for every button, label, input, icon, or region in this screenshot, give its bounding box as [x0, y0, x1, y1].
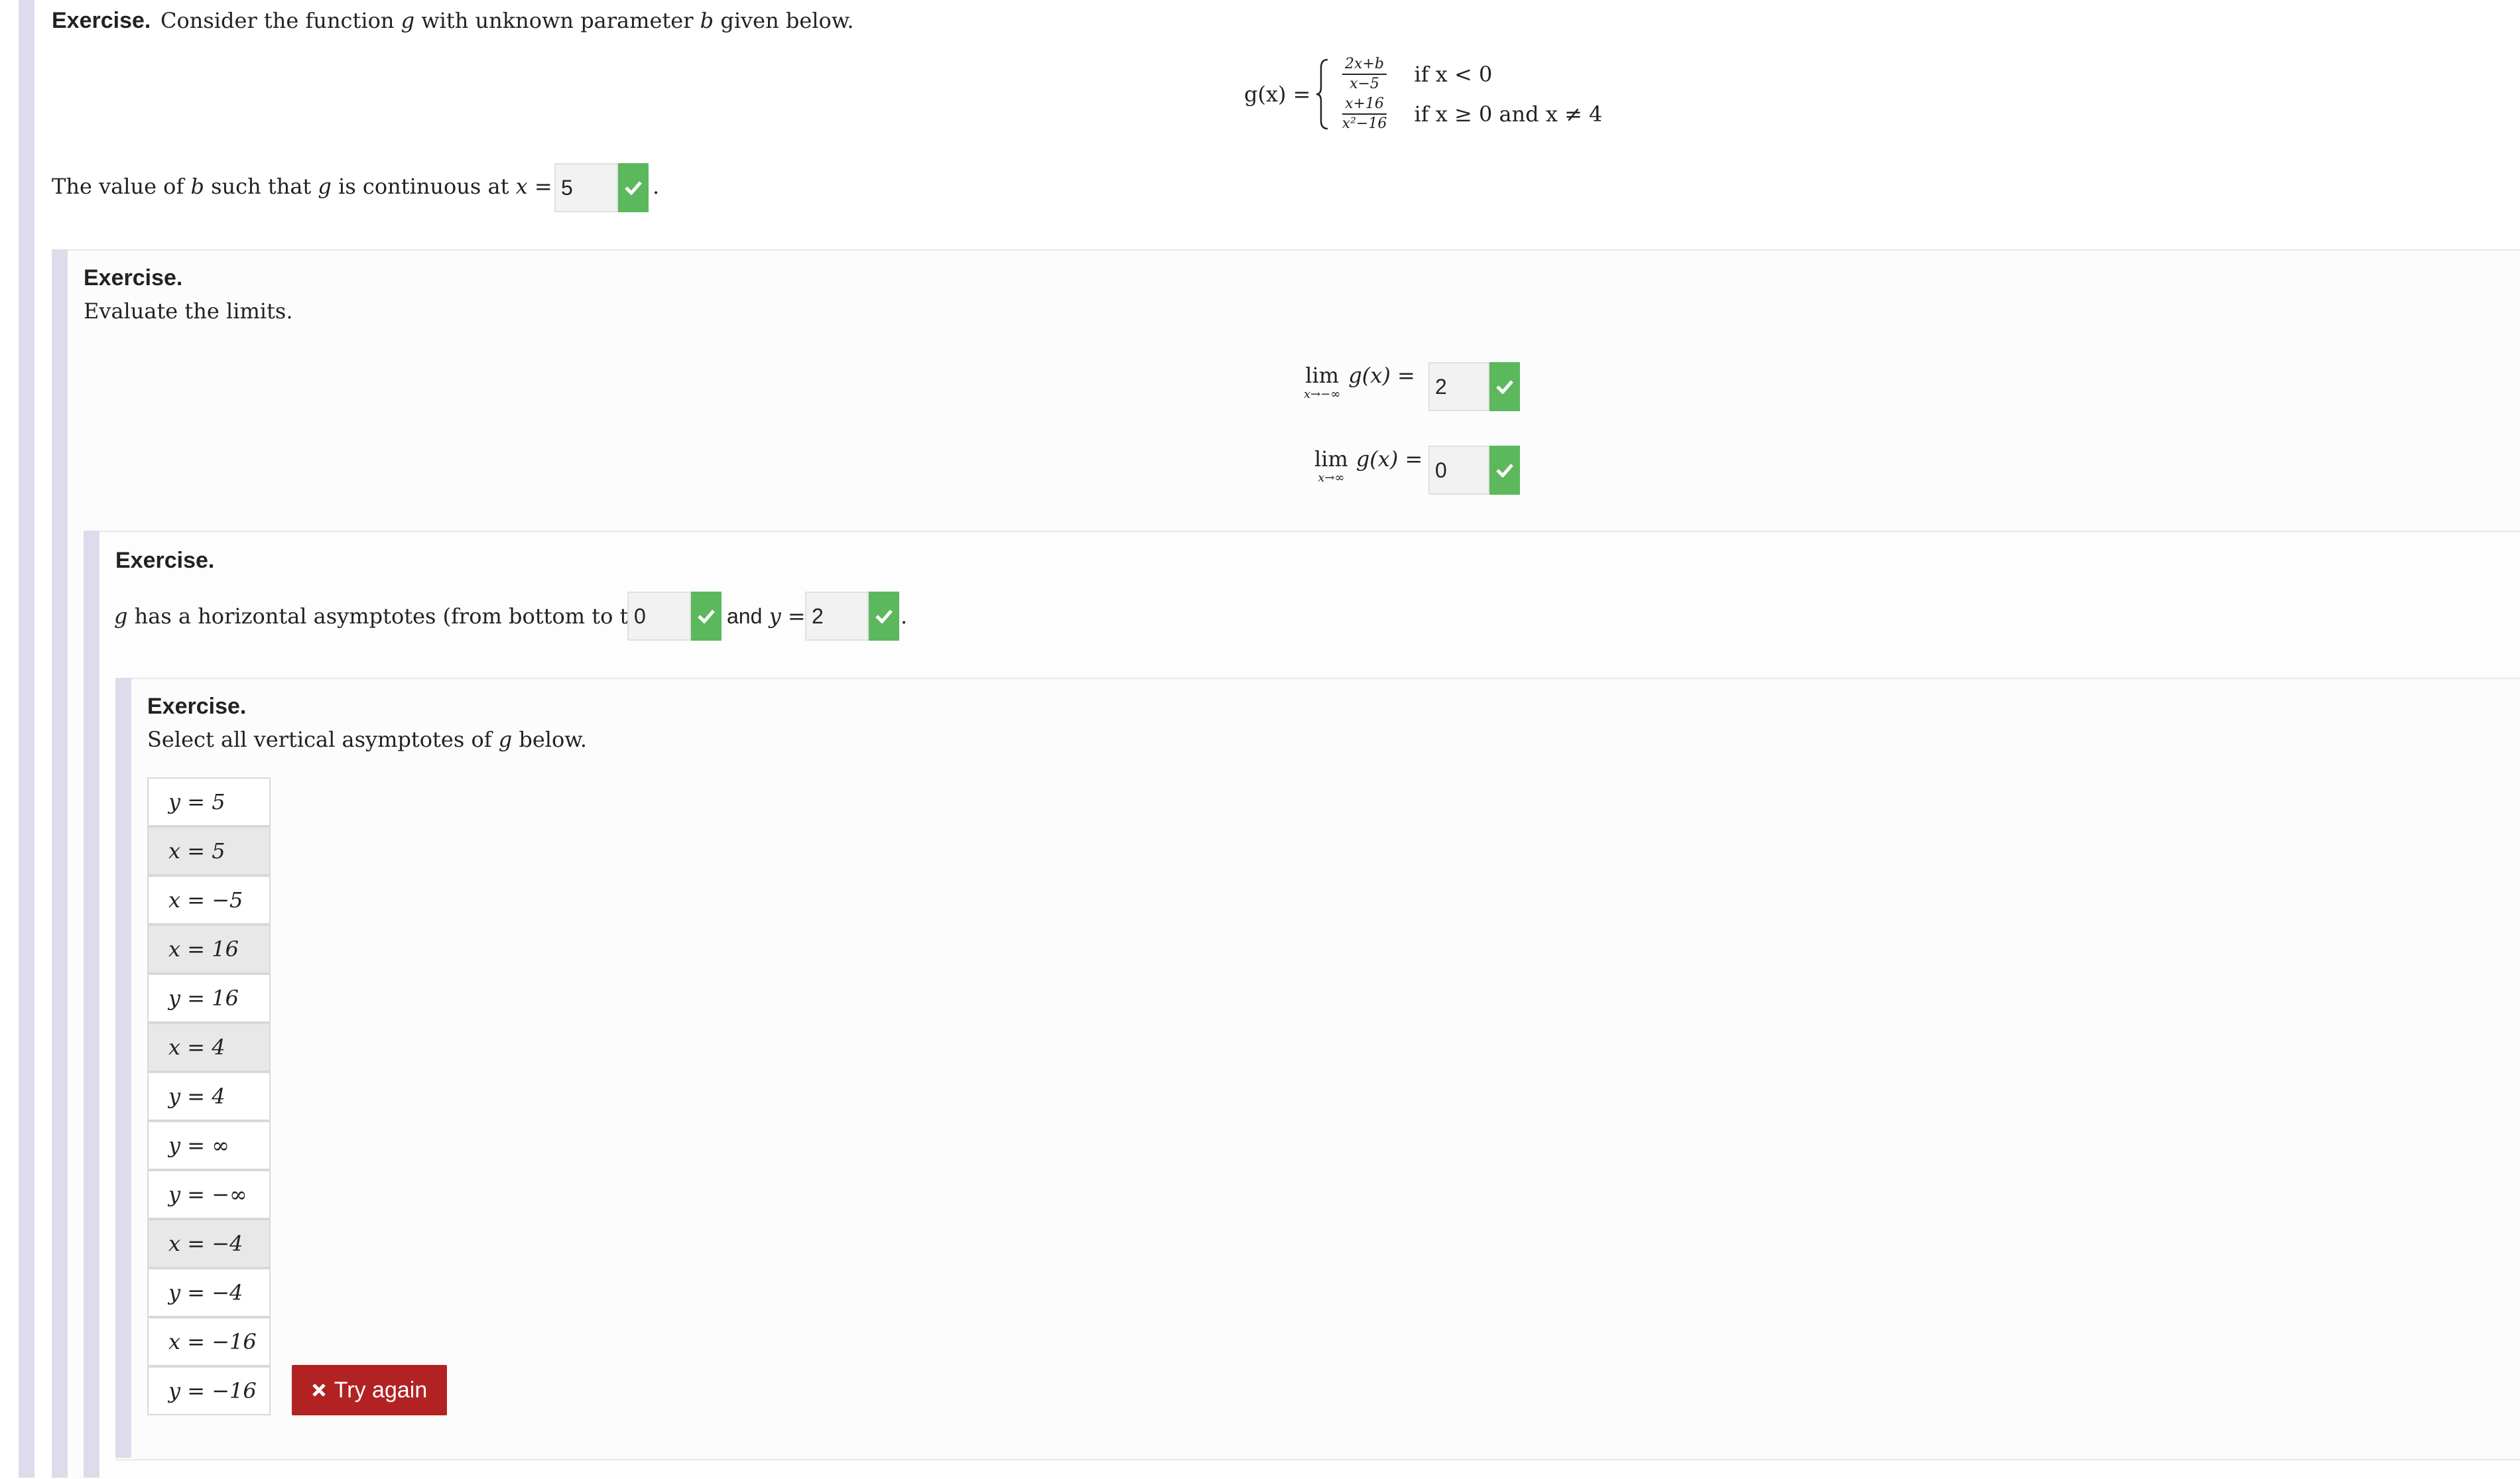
limit-1-expr: g(x) = — [1348, 363, 1415, 388]
try-again-button[interactable]: Try again — [292, 1365, 447, 1415]
limit-1-answer-box: 2 — [1428, 362, 1520, 411]
exercise-2-title: Exercise. — [84, 265, 183, 290]
piece1-fraction: 2x+b x−5 — [1334, 57, 1394, 92]
exercise-4-bar — [115, 678, 131, 1458]
piece2-condition: if x ≥ 0 and x ≠ 4 — [1414, 101, 1603, 127]
check-icon — [869, 592, 899, 641]
exercise-1-intro: Consider the function g with unknown par… — [160, 8, 854, 33]
try-again-label: Try again — [334, 1377, 428, 1403]
exercise-4-instruction: Select all vertical asymptotes of g belo… — [147, 727, 588, 752]
choice-option[interactable]: y = −4 — [147, 1268, 271, 1317]
limit-2: lim x→∞ g(x) = — [1314, 447, 1422, 485]
choice-option[interactable]: y = 4 — [147, 1072, 271, 1121]
limit-2-expr: g(x) = — [1355, 446, 1423, 472]
b-answer-box: 5 — [554, 163, 649, 212]
exercise-3-title: Exercise. — [115, 548, 215, 573]
left-brace-icon — [1316, 58, 1328, 130]
choice-option[interactable]: x = −5 — [147, 875, 271, 925]
limit-1-answer-input[interactable]: 2 — [1428, 362, 1489, 411]
exercise-1-bar — [19, 0, 34, 1478]
exercise-4-panel — [115, 678, 2520, 1460]
piece1-condition: if x < 0 — [1414, 62, 1493, 87]
exercise-4-title: Exercise. — [147, 694, 247, 719]
choice-option[interactable]: y = ∞ — [147, 1121, 271, 1170]
choice-option[interactable]: x = 16 — [147, 925, 271, 974]
choice-option[interactable]: y = −16 — [147, 1366, 271, 1415]
limit-1-sub: x→−∞ — [1304, 387, 1341, 401]
limit-2-sub: x→∞ — [1318, 471, 1345, 485]
asymptote-1-answer-input[interactable]: 0 — [627, 592, 691, 641]
exercise-2-instruction: Evaluate the limits. — [84, 298, 293, 324]
asymptote-2-answer-box: 2 — [805, 592, 899, 641]
choice-option[interactable]: y = 5 — [147, 777, 271, 826]
period: . — [653, 174, 660, 199]
check-icon — [691, 592, 722, 641]
limit-1: lim x→−∞ g(x) = — [1304, 363, 1415, 401]
function-lhs: g(x) = — [1244, 82, 1311, 107]
limit-1-lim: lim — [1305, 363, 1340, 388]
check-icon — [1489, 446, 1520, 495]
choice-option[interactable]: x = 4 — [147, 1023, 271, 1072]
b-answer-input[interactable]: 5 — [554, 163, 618, 212]
exercise-1-title: Exercise. — [52, 8, 151, 33]
cross-icon — [312, 1383, 326, 1397]
limit-2-lim: lim — [1314, 446, 1348, 472]
asymptote-1-answer-box: 0 — [627, 592, 722, 641]
exercise-1-question: The value of b such that g is continuous… — [52, 174, 642, 199]
exercise-2-bar — [52, 249, 68, 1478]
piecewise-function: g(x) = 2x+b x−5 if x < 0 x+16 x²−16 if x… — [1244, 54, 1602, 134]
limit-2-answer-input[interactable]: 0 — [1428, 446, 1489, 495]
exercise-3-and: and y = — [727, 604, 806, 629]
choice-option[interactable]: x = −4 — [147, 1219, 271, 1268]
limit-2-answer-box: 0 — [1428, 446, 1520, 495]
asymptote-2-answer-input[interactable]: 2 — [805, 592, 869, 641]
exercise-3-text: g has a horizontal asymptotes (from bott… — [114, 604, 706, 629]
choice-option[interactable]: y = −∞ — [147, 1170, 271, 1219]
choice-option[interactable]: x = 5 — [147, 826, 271, 875]
check-icon — [618, 163, 649, 212]
period: . — [901, 604, 908, 629]
choice-option[interactable]: x = −16 — [147, 1317, 271, 1366]
exercise-3-bar — [84, 531, 99, 1478]
choice-option[interactable]: y = 16 — [147, 974, 271, 1023]
check-icon — [1489, 362, 1520, 411]
piece2-fraction: x+16 x²−16 — [1342, 96, 1387, 132]
